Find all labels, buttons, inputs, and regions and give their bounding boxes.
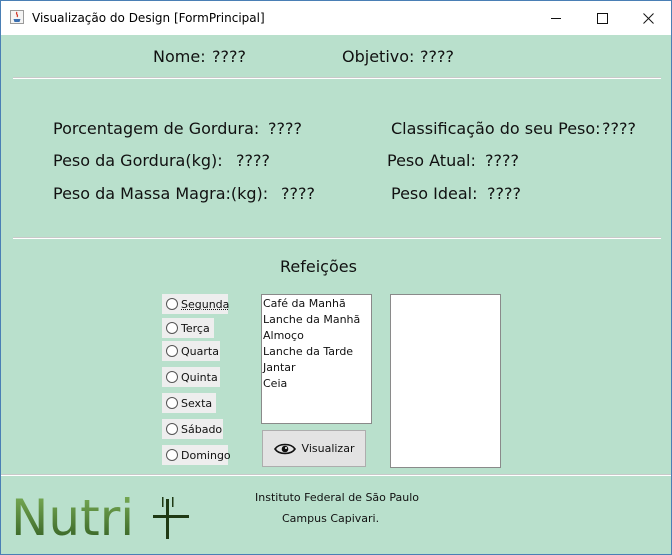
radio-label: Quinta — [181, 370, 218, 384]
header-separator — [13, 77, 661, 79]
meals-list[interactable]: Café da Manhã Lanche da Manhã Almoço Lan… — [261, 294, 372, 424]
radio-circle-icon — [166, 322, 178, 334]
massa-magra-value: ???? — [281, 184, 315, 203]
maximize-icon — [596, 12, 608, 24]
list-item[interactable]: Ceia — [262, 376, 371, 392]
minimize-icon — [550, 17, 561, 19]
footer-separator — [1, 474, 671, 476]
campus-text: Campus Capivari. — [282, 512, 380, 525]
radio-sexta[interactable]: Sexta — [162, 393, 216, 413]
radio-sabado[interactable]: Sábado — [162, 419, 223, 439]
close-button[interactable] — [625, 1, 671, 35]
radio-label: Segunda — [181, 297, 230, 311]
logo-text: Nutri — [11, 489, 134, 543]
minimize-button[interactable] — [533, 1, 579, 35]
objetivo-label: Objetivo: — [342, 47, 415, 66]
maximize-button[interactable] — [579, 1, 625, 35]
title-bar: Visualização do Design [FormPrincipal] — [1, 1, 671, 35]
peso-ideal-value: ???? — [487, 184, 521, 203]
window-title: Visualização do Design [FormPrincipal] — [32, 11, 265, 25]
radio-circle-icon — [166, 298, 178, 310]
list-item[interactable]: Café da Manhã — [262, 296, 371, 312]
classificacao-label: Classificação do seu Peso: — [391, 119, 601, 138]
gordura-pct-label: Porcentagem de Gordura: — [53, 119, 260, 138]
gordura-pct-value: ???? — [268, 119, 302, 138]
radio-label: Sábado — [181, 422, 223, 436]
classificacao-value: ???? — [602, 119, 636, 138]
nome-label: Nome: — [153, 47, 206, 66]
radio-circle-icon — [166, 345, 178, 357]
institute-text: Instituto Federal de São Paulo — [255, 491, 420, 504]
stats-separator — [13, 237, 661, 239]
radio-label: Terça — [181, 321, 210, 335]
radio-domingo[interactable]: Domingo — [162, 445, 231, 465]
fork-icon — [153, 497, 189, 539]
radio-terca[interactable]: Terça — [162, 318, 214, 338]
form-content: Nome: ???? Objetivo: ???? Porcentagem de… — [1, 35, 671, 554]
radio-quinta[interactable]: Quinta — [162, 367, 220, 387]
radio-circle-icon — [166, 397, 178, 409]
radio-label: Sexta — [181, 396, 213, 410]
objetivo-value: ???? — [420, 47, 454, 66]
close-icon — [642, 12, 654, 24]
nutri-logo: Nutri — [11, 489, 189, 543]
app-window: Visualização do Design [FormPrincipal] N… — [0, 0, 672, 555]
massa-magra-label: Peso da Massa Magra:(kg): — [53, 184, 269, 203]
radio-circle-icon — [166, 449, 178, 461]
peso-atual-label: Peso Atual: — [387, 151, 476, 170]
eye-icon — [273, 443, 296, 454]
refeicoes-title: Refeições — [280, 257, 357, 276]
list-item[interactable]: Lanche da Tarde — [262, 344, 371, 360]
peso-ideal-label: Peso Ideal: — [391, 184, 478, 203]
radio-circle-icon — [166, 371, 178, 383]
radio-segunda[interactable]: Segunda — [162, 294, 230, 314]
radio-label: Domingo — [181, 448, 231, 462]
visualizar-label: Visualizar — [301, 442, 355, 455]
list-item[interactable]: Lanche da Manhã — [262, 312, 371, 328]
peso-atual-value: ???? — [485, 151, 519, 170]
radio-quarta[interactable]: Quarta — [162, 341, 220, 361]
list-item[interactable]: Jantar — [262, 360, 371, 376]
peso-gordura-label: Peso da Gordura(kg): — [53, 151, 223, 170]
meal-detail-panel[interactable] — [390, 294, 501, 468]
peso-gordura-value: ???? — [236, 151, 270, 170]
radio-label: Quarta — [181, 344, 219, 358]
radio-circle-icon — [166, 423, 178, 435]
list-item[interactable]: Almoço — [262, 328, 371, 344]
visualizar-button[interactable]: Visualizar — [262, 430, 366, 467]
java-app-icon — [10, 10, 24, 24]
nome-value: ???? — [212, 47, 246, 66]
